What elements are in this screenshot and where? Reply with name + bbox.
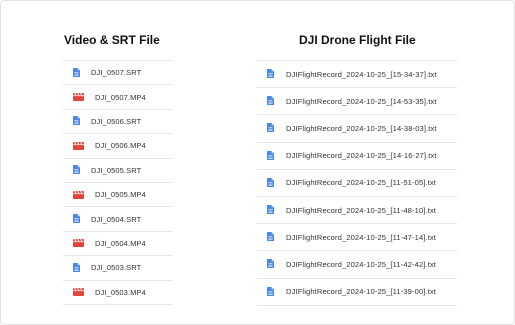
flight-record-title: DJI Drone Flight File (299, 33, 416, 47)
file-row[interactable]: DJI_0506.MP4 (63, 133, 173, 157)
file-name: DJI_0507.MP4 (95, 92, 146, 102)
file-row[interactable]: DJIFlightRecord_2024-10-25_[11-51-05].tx… (257, 168, 457, 196)
doc-icon (267, 283, 274, 301)
file-name: DJI_0507.SRT (91, 68, 142, 78)
file-name: DJI_0503.MP4 (95, 287, 146, 297)
file-row[interactable]: DJI_0504.MP4 (63, 230, 173, 255)
doc-icon (73, 259, 80, 277)
file-name: DJIFlightRecord_2024-10-25_[11-51-05].tx… (286, 178, 437, 188)
file-name: DJI_0503.SRT (91, 263, 142, 273)
video-srt-file-list: DJI_0507.SRT DJI_0507.MP4 DJI_0506.SRT DJI_… (63, 60, 173, 305)
file-name: DJIFlightRecord_2024-10-25_[11-47-14].tx… (286, 232, 437, 242)
doc-icon (267, 174, 274, 192)
file-row[interactable]: DJIFlightRecord_2024-10-25_[11-48-10].tx… (257, 195, 457, 223)
doc-icon (267, 92, 274, 110)
doc-icon (267, 228, 274, 246)
file-row[interactable]: DJI_0503.MP4 (63, 279, 173, 305)
file-name: DJIFlightRecord_2024-10-25_[14-16-27].tx… (286, 151, 437, 161)
file-name: DJI_0506.MP4 (95, 141, 146, 151)
file-name: DJIFlightRecord_2024-10-25_[11-42-42].tx… (286, 259, 437, 269)
doc-icon (267, 119, 274, 137)
doc-icon (73, 210, 80, 228)
file-row[interactable]: DJIFlightRecord_2024-10-25_[15-34-37].tx… (257, 60, 457, 87)
doc-icon (267, 255, 274, 273)
video-icon (73, 88, 84, 106)
doc-icon (73, 112, 80, 130)
video-icon (73, 283, 84, 301)
file-row[interactable]: DJI_0507.SRT (63, 60, 173, 84)
file-row[interactable]: DJI_0503.SRT (63, 255, 173, 279)
video-icon (73, 137, 84, 155)
video-srt-title: Video & SRT File (64, 33, 160, 47)
file-row[interactable]: DJI_0505.SRT (63, 157, 173, 182)
doc-icon (73, 64, 80, 82)
file-row[interactable]: DJIFlightRecord_2024-10-25_[14-53-35].tx… (257, 87, 457, 114)
file-row[interactable]: DJI_0505.MP4 (63, 181, 173, 206)
file-name: DJI_0506.SRT (91, 116, 142, 126)
doc-icon (267, 65, 274, 83)
file-row[interactable]: DJI_0507.MP4 (63, 84, 173, 108)
file-name: DJIFlightRecord_2024-10-25_[11-39-00].tx… (286, 287, 437, 297)
file-row[interactable]: DJI_0504.SRT (63, 206, 173, 230)
video-srt-section: Video & SRT File DJI_0507.SRT DJI_0507.MP… (63, 31, 173, 305)
file-name: DJI_0505.SRT (91, 165, 142, 175)
file-row[interactable]: DJI_0506.SRT (63, 108, 173, 133)
file-name: DJI_0505.MP4 (95, 190, 146, 200)
file-overview-panel: Video & SRT File DJI_0507.SRT DJI_0507.MP… (0, 0, 515, 325)
file-name: DJIFlightRecord_2024-10-25_[14-53-35].tx… (286, 96, 437, 106)
file-name: DJI_0504.SRT (91, 214, 142, 224)
flight-record-section: DJI Drone Flight File DJIFlightRecord_20… (257, 31, 457, 306)
file-name: DJI_0504.MP4 (95, 238, 146, 248)
file-row[interactable]: DJIFlightRecord_2024-10-25_[11-42-42].tx… (257, 250, 457, 277)
doc-icon (267, 147, 274, 165)
video-icon (73, 186, 84, 204)
video-icon (73, 234, 84, 252)
file-name: DJIFlightRecord_2024-10-25_[11-48-10].tx… (286, 205, 437, 215)
file-name: DJIFlightRecord_2024-10-25_[14-38-03].tx… (286, 123, 437, 133)
file-row[interactable]: DJIFlightRecord_2024-10-25_[14-38-03].tx… (257, 114, 457, 141)
doc-icon (73, 161, 80, 179)
file-row[interactable]: DJIFlightRecord_2024-10-25_[11-39-00].tx… (257, 277, 457, 306)
flight-record-file-list: DJIFlightRecord_2024-10-25_[15-34-37].tx… (257, 60, 457, 306)
file-row[interactable]: DJIFlightRecord_2024-10-25_[11-47-14].tx… (257, 223, 457, 250)
file-row[interactable]: DJIFlightRecord_2024-10-25_[14-16-27].tx… (257, 141, 457, 169)
file-name: DJIFlightRecord_2024-10-25_[15-34-37].tx… (286, 69, 437, 79)
doc-icon (267, 201, 274, 219)
